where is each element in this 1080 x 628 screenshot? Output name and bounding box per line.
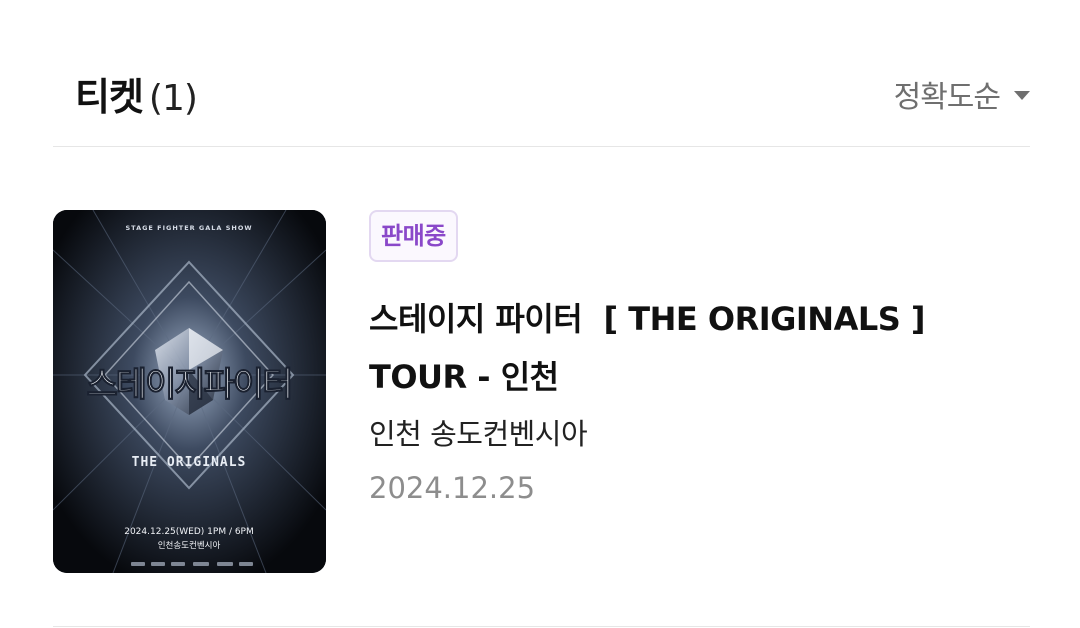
poster-subtitle: THE ORIGINALS [132,455,247,470]
header: 티켓 (1) 정확도순 [53,60,1030,126]
poster-image[interactable]: 스테이지파이터 STAGE FIGHTER GALA SHOW THE ORIG… [53,210,326,573]
section-title-label: 티켓 [75,75,144,119]
ticket-venue: 인천 송도컨벤시아 [369,417,588,451]
result-count: (1) [148,78,198,119]
divider [53,146,1030,147]
status-badge: 판매중 [369,210,458,262]
poster-top-text: STAGE FIGHTER GALA SHOW [125,224,252,232]
ticket-date: 2024.12.25 [369,471,536,505]
section-title: 티켓 (1) [75,66,198,121]
ticket-title[interactable]: 스테이지 파이터 [ THE ORIGINALS ] TOUR - 인천 [369,290,1029,406]
ticket-search-page: 티켓 (1) 정확도순 스테이지파이터 STAGE FIGHTER GALA S… [0,0,1080,628]
ticket-info: 판매중 스테이지 파이터 [ THE ORIGINALS ] TOUR - 인천 … [369,210,1029,510]
poster-date: 2024.12.25(WED) 1PM / 6PM [124,527,254,537]
poster-main-title: 스테이지파이터 [87,365,292,405]
ticket-list-item[interactable]: 스테이지파이터 STAGE FIGHTER GALA SHOW THE ORIG… [53,210,1030,574]
poster-venue: 인천송도컨벤시아 [158,540,221,551]
ticket-title-line1: 스테이지 파이터 [ THE ORIGINALS ] [369,300,926,338]
divider [53,626,1030,627]
sort-dropdown[interactable]: 정확도순 [894,72,1030,116]
chevron-down-icon [1014,90,1030,100]
sort-label: 정확도순 [893,80,1001,115]
ticket-title-line2: TOUR - 인천 [369,358,559,396]
